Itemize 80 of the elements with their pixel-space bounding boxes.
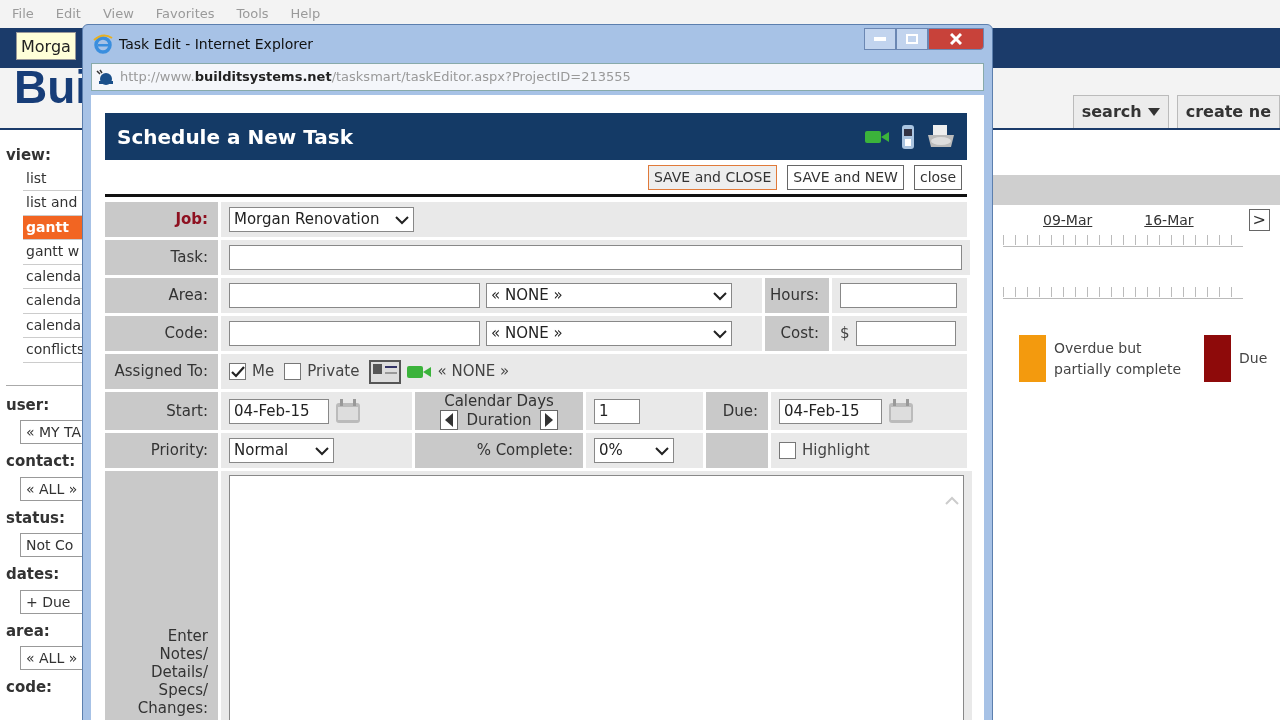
field-label: Priority: — [105, 433, 218, 468]
form-button[interactable]: SAVE and NEW — [787, 165, 904, 190]
create-button[interactable]: create ne — [1176, 95, 1280, 128]
duration-label: Duration — [466, 411, 532, 429]
minimize-icon — [874, 37, 886, 41]
video-camera-icon — [865, 128, 889, 145]
section-label: dates: — [6, 564, 61, 585]
field-label: Task: — [105, 240, 218, 275]
field-label: Cost: — [765, 316, 829, 351]
browser-logo-icon — [93, 34, 113, 54]
section-label: user: — [6, 394, 51, 416]
legend-label: Overdue but partially complete — [1054, 338, 1183, 379]
section-label: contact: — [6, 451, 77, 472]
printer-icon — [927, 124, 955, 149]
notes-label: Enter Notes/ Details/ Specs/ Changes: — [137, 627, 208, 717]
phone-icon — [901, 124, 915, 149]
duration-unit: Calendar Days — [444, 392, 554, 410]
area-input[interactable] — [229, 283, 480, 308]
next-button[interactable]: > — [1248, 209, 1270, 231]
cost-input[interactable] — [855, 321, 956, 346]
legend-label: Due — [1239, 349, 1268, 368]
contact-card-icon[interactable] — [369, 359, 402, 384]
empty-label-cell — [706, 433, 768, 468]
checkbox[interactable] — [229, 363, 246, 380]
checkbox-label: Me — [252, 361, 275, 383]
form-button[interactable]: close — [913, 165, 962, 190]
caret-icon — [713, 328, 727, 339]
checkbox[interactable] — [284, 363, 302, 380]
field-label: Area: — [105, 278, 218, 313]
code-select[interactable]: « NONE » — [486, 321, 732, 346]
section-label: view: — [6, 145, 52, 166]
calendar-icon — [335, 398, 361, 424]
currency-symbol: $ — [840, 323, 850, 345]
field-label: Job: — [105, 202, 218, 237]
caret-icon — [395, 214, 409, 225]
section-label: area: — [6, 620, 51, 642]
caret-icon — [315, 445, 329, 456]
hours-input[interactable] — [840, 283, 957, 308]
due-date-input[interactable]: 04-Feb-15 — [779, 398, 882, 424]
date-link[interactable]: 16-Mar — [1144, 209, 1194, 231]
window-title: Task Edit - Internet Explorer — [119, 34, 314, 54]
complete-select[interactable]: 0% — [594, 438, 674, 463]
field-label: Code: — [105, 316, 218, 351]
caret-icon — [1147, 108, 1160, 116]
code-input[interactable] — [229, 321, 480, 346]
minimize-button[interactable] — [864, 28, 896, 50]
task-input[interactable] — [229, 245, 962, 270]
date-link[interactable]: 09-Mar — [1043, 209, 1093, 231]
close-button[interactable] — [928, 28, 984, 50]
area-select[interactable]: « NONE » — [486, 283, 732, 308]
assignee-text: « NONE » — [437, 361, 510, 383]
job-select[interactable]: Morgan Renovation — [229, 207, 414, 232]
job-field[interactable]: Morga — [16, 32, 76, 60]
video-camera-icon — [407, 363, 432, 380]
field-label: Due: — [706, 392, 768, 430]
maximize-icon — [906, 34, 918, 44]
search-dropdown-button[interactable]: search — [1072, 95, 1169, 128]
field-label: Hours: — [765, 278, 829, 313]
priority-select[interactable]: Normal — [229, 438, 334, 463]
page-icon — [96, 69, 114, 85]
checkbox[interactable] — [779, 442, 796, 459]
section-label: status: — [6, 507, 66, 529]
checkbox-label: Private — [307, 361, 360, 383]
url-text: http://www.builditsystems.net/tasksmart/taskEditor.aspx?ProjectID=213555 — [120, 68, 631, 87]
maximize-button[interactable] — [896, 28, 928, 50]
field-label: Assigned To: — [105, 354, 218, 389]
caret-icon — [655, 445, 669, 456]
section-label: code: — [6, 677, 54, 698]
check-icon — [230, 365, 245, 378]
duration-input[interactable]: 1 — [594, 398, 640, 424]
start-date-input[interactable]: 04-Feb-15 — [229, 398, 329, 424]
calendar-icon — [888, 398, 914, 424]
form-title: Schedule a New Task — [117, 123, 353, 151]
checkbox-label: Highlight — [802, 440, 870, 462]
form-button[interactable]: SAVE and CLOSE — [647, 165, 778, 190]
address-bar[interactable]: http://www.builditsystems.net/tasksmart/taskEditor.aspx?ProjectID=213555 — [91, 63, 984, 91]
close-icon — [950, 33, 962, 45]
field-label: % Complete: — [415, 433, 583, 468]
field-label: Start: — [105, 392, 218, 430]
caret-icon — [713, 290, 727, 301]
